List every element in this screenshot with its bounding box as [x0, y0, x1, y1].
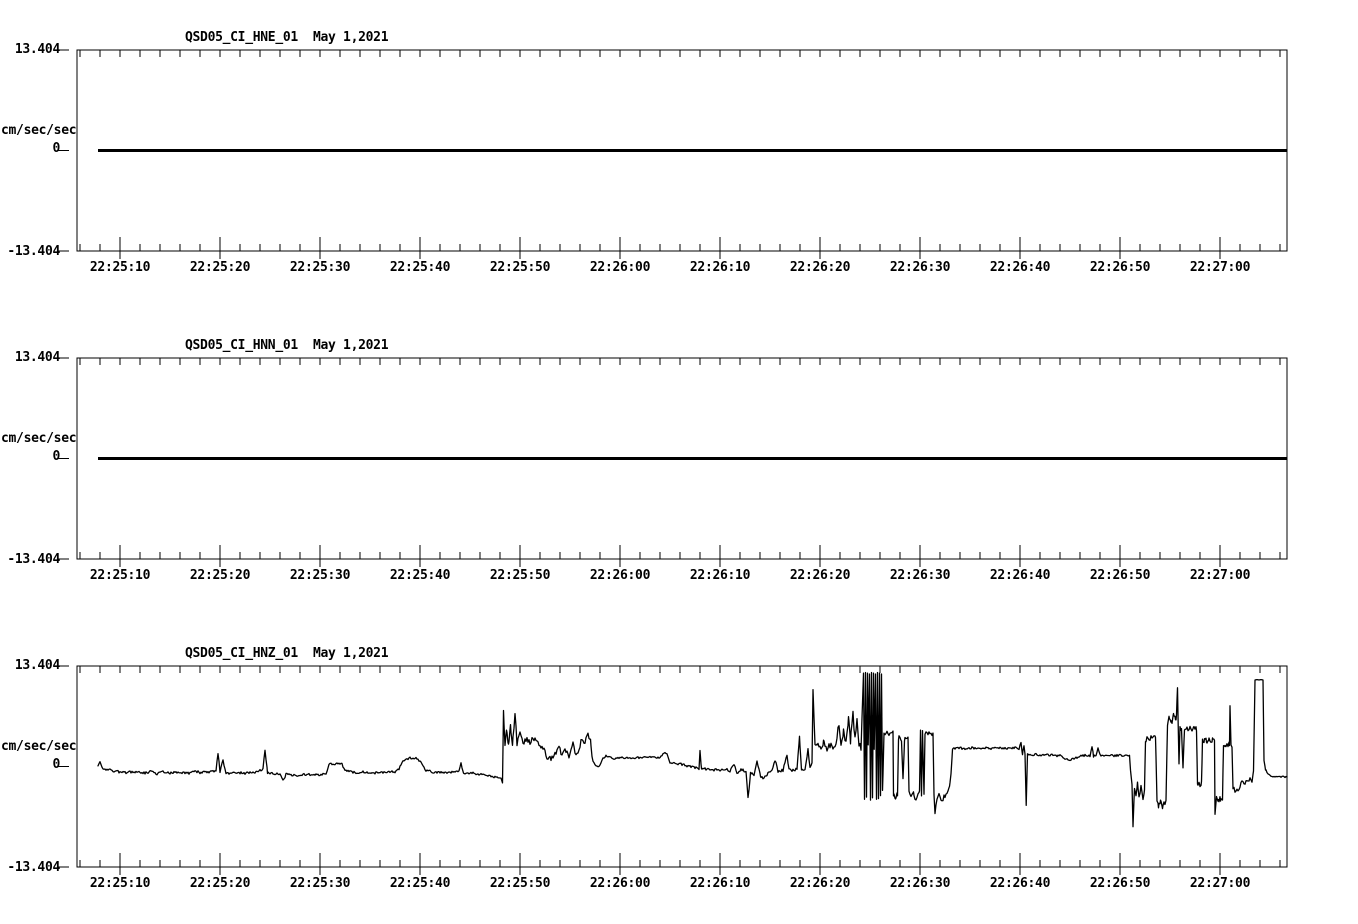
axes-box	[57, 665, 1288, 875]
seismogram-canvas-hnn	[57, 357, 1288, 567]
seismogram-canvas-hne	[57, 49, 1288, 259]
axes-box	[57, 357, 1288, 567]
seismogram-panel-hne: QSD05_CI_HNE_01 May 1,2021 13.404 cm/sec/s…	[0, 0, 1358, 308]
waveform-trace-hnz	[97, 671, 1288, 828]
seismogram-canvas-hnz	[57, 665, 1288, 875]
axes-box	[57, 49, 1288, 259]
seismogram-figure: QSD05_CI_HNE_01 May 1,2021 13.404 cm/sec/s…	[0, 0, 1358, 924]
seismogram-panel-hnn: QSD05_CI_HNN_01 May 1,2021 13.404 cm/sec/s…	[0, 308, 1358, 616]
seismogram-panel-hnz: QSD05_CI_HNZ_01 May 1,2021 13.404 cm/sec/s…	[0, 616, 1358, 924]
